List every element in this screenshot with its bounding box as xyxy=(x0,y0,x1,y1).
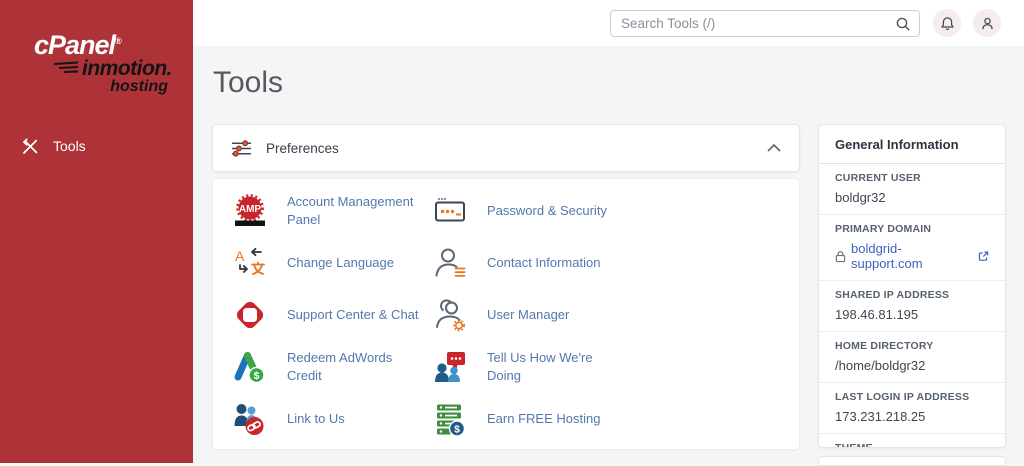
tool-label: Contact Information xyxy=(487,254,600,272)
info-row-shared-ip: SHARED IP ADDRESS 198.46.81.195 xyxy=(819,281,1005,332)
lock-icon xyxy=(835,250,846,263)
svg-text:A: A xyxy=(235,248,245,264)
password-icon xyxy=(433,194,467,228)
tool-password-security[interactable]: Password & Security xyxy=(433,185,799,237)
search-icon[interactable] xyxy=(895,16,911,32)
info-value: boldgr32 xyxy=(835,190,989,205)
primary-domain-link[interactable]: boldgrid-support.com xyxy=(835,241,989,271)
amp-icon: AMP xyxy=(233,194,267,228)
tool-label: Earn FREE Hosting xyxy=(487,410,600,428)
info-label: SHARED IP ADDRESS xyxy=(835,289,989,301)
svg-text:$: $ xyxy=(454,424,460,436)
feedback-icon xyxy=(433,350,467,384)
preferences-tools-grid: AMP Account Management Panel Password & … xyxy=(212,178,800,450)
info-row-last-login-ip: LAST LOGIN IP ADDRESS 173.231.218.25 xyxy=(819,383,1005,434)
domain-link-text: boldgrid-support.com xyxy=(851,241,973,271)
general-information-title: General Information xyxy=(819,125,1005,164)
tool-label: Redeem AdWords Credit xyxy=(287,349,419,385)
user-icon xyxy=(980,16,995,31)
tool-label: Password & Security xyxy=(487,202,607,220)
preferences-section-title: Preferences xyxy=(266,141,339,156)
notifications-button[interactable] xyxy=(933,9,961,37)
tool-label: User Manager xyxy=(487,306,569,324)
inmotion-swoosh-icon xyxy=(54,60,80,79)
earn-hosting-icon: $ xyxy=(433,402,467,436)
tool-link-to-us[interactable]: Link to Us xyxy=(233,393,433,445)
preferences-section-header[interactable]: Preferences xyxy=(212,124,800,172)
info-row-theme: THEME jupiter xyxy=(819,434,1005,448)
sidebar-item-tools[interactable]: Tools xyxy=(0,131,193,161)
info-value: /home/boldgr32 xyxy=(835,358,989,373)
tool-user-manager[interactable]: User Manager xyxy=(433,289,799,341)
link-to-us-icon xyxy=(233,402,267,436)
svg-text:$: $ xyxy=(254,370,260,382)
tool-support-center-chat[interactable]: Support Center & Chat xyxy=(233,289,433,341)
tool-label: Account Management Panel xyxy=(287,193,419,229)
sidebar: cPanel® inmotion. hosting Tools xyxy=(0,0,193,463)
support-center-icon xyxy=(233,298,267,332)
tool-label: Change Language xyxy=(287,254,394,272)
page-title: Tools xyxy=(213,66,283,100)
info-label: THEME xyxy=(835,442,989,448)
chevron-up-icon[interactable] xyxy=(767,144,781,152)
account-button[interactable] xyxy=(973,9,1001,37)
next-panel-edge xyxy=(818,456,1006,466)
tool-label: Link to Us xyxy=(287,410,345,428)
info-label: LAST LOGIN IP ADDRESS xyxy=(835,391,989,403)
info-label: HOME DIRECTORY xyxy=(835,340,989,352)
change-language-icon: A xyxy=(233,246,267,280)
info-row-current-user: CURRENT USER boldgr32 xyxy=(819,164,1005,215)
info-value: 173.231.218.25 xyxy=(835,409,989,424)
info-label: PRIMARY DOMAIN xyxy=(835,223,989,235)
sidebar-item-label: Tools xyxy=(53,138,86,154)
tool-redeem-adwords-credit[interactable]: $ Redeem AdWords Credit xyxy=(233,341,433,393)
sliders-icon xyxy=(231,138,252,159)
tool-change-language[interactable]: A Change Language xyxy=(233,237,433,289)
search-input[interactable] xyxy=(611,16,895,31)
search-box xyxy=(610,10,920,37)
tool-tell-us-how-were-doing[interactable]: Tell Us How We're Doing xyxy=(433,341,799,393)
user-manager-icon xyxy=(433,298,467,332)
cpanel-inmotion-logo: cPanel® inmotion. hosting xyxy=(28,30,172,96)
external-link-icon xyxy=(978,251,989,262)
tools-wrench-icon xyxy=(21,137,40,156)
topbar xyxy=(193,0,1024,46)
info-row-primary-domain: PRIMARY DOMAIN boldgrid-support.com xyxy=(819,215,1005,281)
adwords-icon: $ xyxy=(233,350,267,384)
general-information-panel: General Information CURRENT USER boldgr3… xyxy=(818,124,1006,448)
contact-information-icon xyxy=(433,246,467,280)
registered-mark: ® xyxy=(115,36,121,46)
tool-contact-information[interactable]: Contact Information xyxy=(433,237,799,289)
tool-account-management-panel[interactable]: AMP Account Management Panel xyxy=(233,185,433,237)
info-label: CURRENT USER xyxy=(835,172,989,184)
info-row-home-directory: HOME DIRECTORY /home/boldgr32 xyxy=(819,332,1005,383)
tool-label: Support Center & Chat xyxy=(287,306,419,324)
bell-icon xyxy=(940,16,955,31)
info-value: 198.46.81.195 xyxy=(835,307,989,322)
tool-label: Tell Us How We're Doing xyxy=(487,349,619,385)
tool-earn-free-hosting[interactable]: $ Earn FREE Hosting xyxy=(433,393,799,445)
svg-text:AMP: AMP xyxy=(239,204,262,215)
